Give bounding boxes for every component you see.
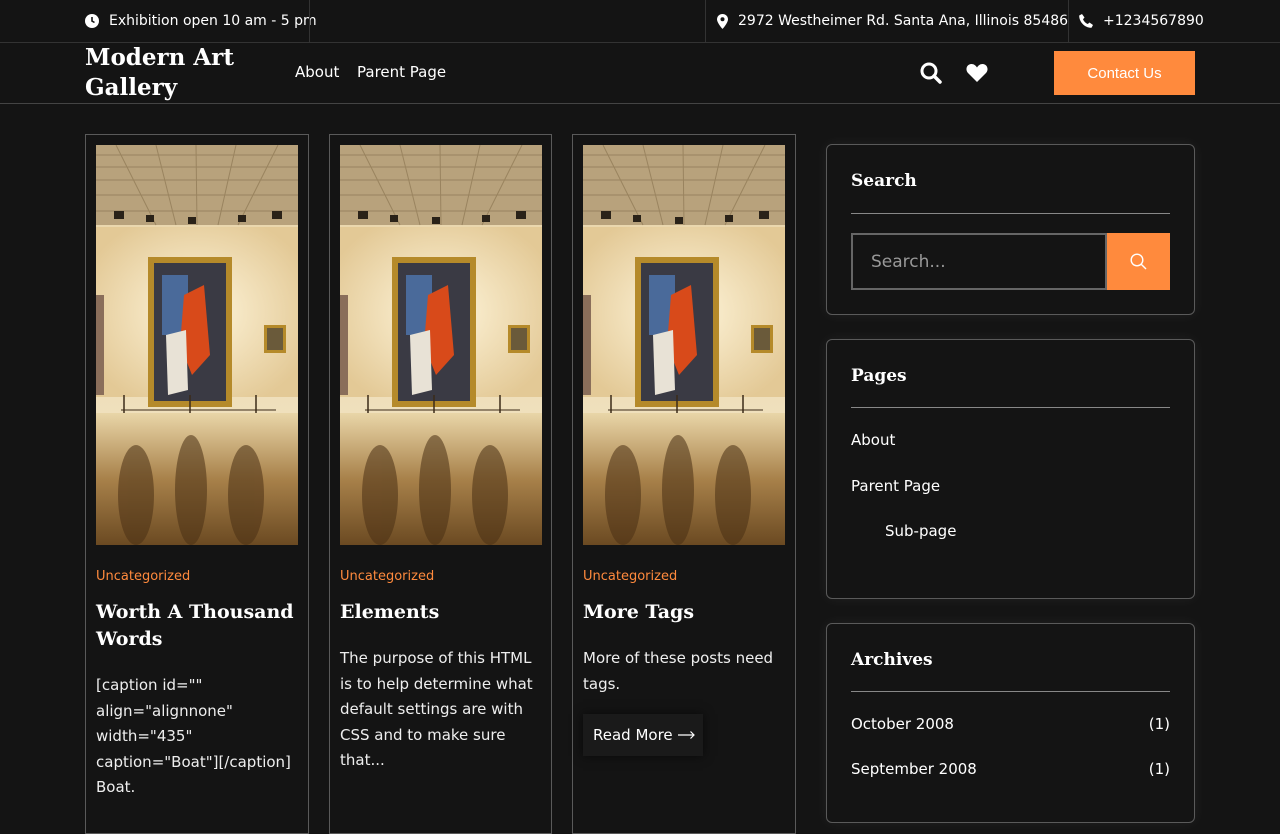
post-image[interactable] xyxy=(340,145,542,545)
post-title[interactable]: Elements xyxy=(340,599,542,626)
address-text: 2972 Westheimer Rd. Santa Ana, Illinois … xyxy=(738,13,1069,29)
excerpt-line: The purpose of this HTML xyxy=(340,649,532,667)
search-icon[interactable] xyxy=(920,62,942,84)
search-input[interactable] xyxy=(851,233,1107,290)
excerpt-line: default settings are with xyxy=(340,700,523,719)
search-widget: Search xyxy=(826,144,1195,315)
divider xyxy=(705,0,706,42)
pages-widget: Pages About Parent Page Sub-page xyxy=(826,339,1195,599)
clock-icon xyxy=(85,14,99,28)
page-link-about[interactable]: About xyxy=(851,431,895,449)
post-card: Uncategorized More Tags More of these po… xyxy=(572,134,796,834)
excerpt-line: width="435" xyxy=(96,727,193,746)
post-image[interactable] xyxy=(96,145,298,545)
widget-divider xyxy=(851,407,1170,408)
excerpt-line: More of these posts need xyxy=(583,649,774,667)
phone-icon xyxy=(1079,14,1093,28)
nav-about[interactable]: About xyxy=(295,63,339,81)
title-line: More Tags xyxy=(583,601,695,623)
widget-title: Archives xyxy=(851,650,933,670)
archive-count: (1) xyxy=(1148,760,1170,778)
widget-title: Pages xyxy=(851,366,907,386)
divider xyxy=(1068,0,1069,42)
read-more-button[interactable]: Read More xyxy=(583,714,703,756)
post-title[interactable]: More Tags xyxy=(583,599,785,626)
logo-line: Modern Art xyxy=(85,44,234,71)
post-excerpt: More of these posts need tags. xyxy=(583,646,783,697)
archive-count: (1) xyxy=(1148,715,1170,733)
excerpt-line: is to help determine what xyxy=(340,674,533,693)
map-pin-icon xyxy=(717,13,728,29)
search-icon xyxy=(1130,253,1147,270)
archive-link[interactable]: September 2008 xyxy=(851,760,977,778)
excerpt-line: tags. xyxy=(583,674,621,693)
post-category[interactable]: Uncategorized xyxy=(96,569,190,584)
title-line: Elements xyxy=(340,601,440,623)
archives-widget: Archives October 2008 (1) September 2008… xyxy=(826,623,1195,823)
divider xyxy=(309,0,310,42)
title-line: Worth A Thousand xyxy=(96,601,294,623)
nav-parent-page[interactable]: Parent Page xyxy=(357,63,446,81)
phone-info[interactable]: +1234567890 xyxy=(1079,0,1204,42)
widget-divider xyxy=(851,213,1170,214)
post-card: Uncategorized Elements The purpose of th… xyxy=(329,134,552,834)
post-title[interactable]: Worth A Thousand Words xyxy=(96,599,298,653)
address-info: 2972 Westheimer Rd. Santa Ana, Illinois … xyxy=(717,0,1068,42)
post-excerpt: The purpose of this HTML is to help dete… xyxy=(340,646,540,774)
post-image[interactable] xyxy=(583,145,785,545)
archive-link[interactable]: October 2008 xyxy=(851,715,954,733)
site-logo[interactable]: Modern Art Gallery xyxy=(85,43,275,103)
page-link-parent-page[interactable]: Parent Page xyxy=(851,477,940,495)
read-more-label: Read More xyxy=(593,726,673,744)
top-bar: Exhibition open 10 am - 5 pm 2972 Westhe… xyxy=(0,0,1280,43)
excerpt-line: [caption id="" xyxy=(96,676,203,694)
excerpt-line: caption="Boat"][/caption] xyxy=(96,752,291,771)
post-category[interactable]: Uncategorized xyxy=(340,569,434,584)
site-header: Modern Art Gallery About Parent Page Con… xyxy=(0,43,1280,104)
heart-icon[interactable] xyxy=(966,63,988,83)
excerpt-line: align="alignnone" xyxy=(96,701,233,720)
contact-us-button[interactable]: Contact Us xyxy=(1054,51,1195,95)
phone-text: +1234567890 xyxy=(1103,13,1204,29)
excerpt-line: that... xyxy=(340,751,385,770)
page-link-sub-page[interactable]: Sub-page xyxy=(885,522,956,540)
hours-text: Exhibition open 10 am - 5 pm xyxy=(109,13,317,29)
post-excerpt: [caption id="" align="alignnone" width="… xyxy=(96,673,296,801)
search-submit-button[interactable] xyxy=(1107,233,1170,290)
widget-divider xyxy=(851,691,1170,692)
excerpt-line: CSS and to make sure xyxy=(340,725,506,744)
logo-line: Gallery xyxy=(85,74,178,101)
title-line: Words xyxy=(96,628,163,650)
hours-info: Exhibition open 10 am - 5 pm xyxy=(85,0,317,42)
widget-title: Search xyxy=(851,171,917,191)
arrow-right-icon xyxy=(677,731,695,739)
post-card: Uncategorized Worth A Thousand Words [ca… xyxy=(85,134,309,834)
post-category[interactable]: Uncategorized xyxy=(583,569,677,584)
excerpt-line: Boat. xyxy=(96,778,136,797)
